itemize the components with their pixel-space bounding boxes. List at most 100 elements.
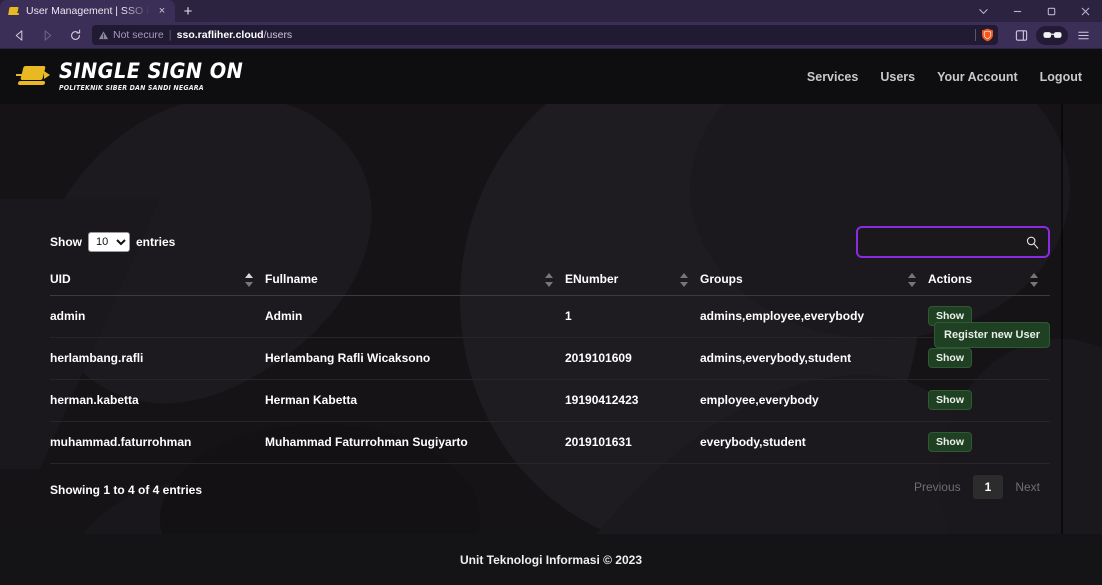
laptop-icon: [8, 5, 20, 17]
entries-info: Showing 1 to 4 of 4 entries: [50, 483, 202, 497]
tab-strip: User Management | SSO Poltek S × +: [0, 0, 1102, 22]
browser-toolbar: Not secure | sso.rafliher.cloud/users: [0, 22, 1102, 49]
cell-groups: admins,employee,everybody: [700, 296, 928, 338]
show-button[interactable]: Show: [928, 390, 972, 410]
divider: [975, 29, 976, 41]
table-header-row: UID Fullname ENumber: [50, 264, 1050, 296]
cell-uid: herlambang.rafli: [50, 338, 265, 380]
show-label: Show: [50, 235, 82, 249]
page-content: Register new User Show 10 25 50 100 entr…: [0, 228, 1062, 503]
web-page: SINGLE SIGN ON POLITEKNIK SIBER DAN SAND…: [0, 49, 1102, 585]
cell-fullname: Herlambang Rafli Wicaksono: [265, 338, 565, 380]
show-button[interactable]: Show: [928, 432, 972, 452]
pagination-next[interactable]: Next: [1005, 475, 1050, 499]
column-header-groups[interactable]: Groups: [700, 264, 928, 296]
search-input[interactable]: [866, 235, 1025, 249]
column-header-uid[interactable]: UID: [50, 264, 265, 296]
close-icon[interactable]: [1068, 0, 1102, 22]
cell-groups: admins,everybody,student: [700, 338, 928, 380]
entries-select[interactable]: 10 25 50 100: [88, 232, 130, 252]
new-tab-button[interactable]: +: [175, 0, 201, 22]
sort-arrows-icon: [545, 273, 553, 287]
cell-enumber: 2019101631: [565, 422, 700, 464]
brave-shield-icon[interactable]: [981, 28, 994, 42]
security-indicator[interactable]: Not secure: [98, 29, 164, 41]
nav-item-services[interactable]: Services: [807, 70, 858, 84]
site-footer: Unit Teknologi Informasi © 2023: [0, 534, 1102, 585]
close-icon[interactable]: ×: [155, 4, 169, 18]
column-header-enumber[interactable]: ENumber: [565, 264, 700, 296]
security-label: Not secure: [113, 29, 164, 41]
url-path: /users: [264, 29, 293, 41]
cell-uid: herman.kabetta: [50, 380, 265, 422]
nav-item-users[interactable]: Users: [880, 70, 915, 84]
maximize-icon[interactable]: [1034, 0, 1068, 22]
entries-label: entries: [136, 235, 175, 249]
cell-uid: muhammad.faturrohman: [50, 422, 265, 464]
warning-icon: [98, 30, 109, 41]
sort-arrows-icon: [1030, 273, 1038, 287]
logo-text: SINGLE SIGN ON POLITEKNIK SIBER DAN SAND…: [59, 61, 259, 92]
reload-icon[interactable]: [62, 24, 88, 46]
show-button[interactable]: Show: [928, 348, 972, 368]
site-nav: Services Users Your Account Logout: [807, 70, 1082, 84]
back-icon[interactable]: [6, 24, 32, 46]
brave-leo-icon[interactable]: [1036, 26, 1068, 45]
search-icon: [1025, 235, 1040, 250]
column-label: Actions: [928, 272, 972, 286]
nav-item-your-account[interactable]: Your Account: [937, 70, 1018, 84]
url-divider: |: [169, 29, 172, 41]
address-bar[interactable]: Not secure | sso.rafliher.cloud/users: [92, 25, 998, 45]
cell-fullname: Herman Kabetta: [265, 380, 565, 422]
footer-text: Unit Teknologi Informasi © 2023: [460, 553, 642, 567]
datatable-controls: Show 10 25 50 100 entries: [50, 228, 1050, 256]
cell-enumber: 19190412423: [565, 380, 700, 422]
cell-enumber: 2019101609: [565, 338, 700, 380]
column-label: Groups: [700, 272, 743, 286]
sort-arrows-icon: [245, 273, 253, 287]
url-text: sso.rafliher.cloud/users: [177, 29, 293, 41]
logo-title: SINGLE SIGN ON: [59, 61, 243, 82]
table-body: admin Admin 1 admins,employee,everybody …: [50, 296, 1050, 464]
browser-tab[interactable]: User Management | SSO Poltek S ×: [0, 0, 175, 22]
table-row: herman.kabetta Herman Kabetta 1919041242…: [50, 380, 1050, 422]
address-bar-actions: [975, 25, 994, 45]
hamburger-menu-icon[interactable]: [1070, 24, 1096, 46]
cell-groups: employee,everybody: [700, 380, 928, 422]
logo-subtitle: POLITEKNIK SIBER DAN SANDI NEGARA: [59, 85, 239, 92]
column-header-fullname[interactable]: Fullname: [265, 264, 565, 296]
column-label: ENumber: [565, 272, 618, 286]
cell-actions: Show: [928, 422, 1050, 464]
entries-length-control: Show 10 25 50 100 entries: [50, 232, 175, 252]
cell-uid: admin: [50, 296, 265, 338]
column-header-actions[interactable]: Actions: [928, 264, 1050, 296]
forward-icon[interactable]: [34, 24, 60, 46]
table-row: admin Admin 1 admins,employee,everybody …: [50, 296, 1050, 338]
browser-window: User Management | SSO Poltek S × +: [0, 0, 1102, 585]
pagination: Previous 1 Next: [904, 475, 1050, 499]
column-label: UID: [50, 272, 71, 286]
cell-enumber: 1: [565, 296, 700, 338]
cell-groups: everybody,student: [700, 422, 928, 464]
table-row: herlambang.rafli Herlambang Rafli Wicaks…: [50, 338, 1050, 380]
pagination-page-1[interactable]: 1: [973, 475, 1004, 499]
table-header: UID Fullname ENumber: [50, 264, 1050, 296]
sort-arrows-icon: [680, 273, 688, 287]
url-domain: sso.rafliher.cloud: [177, 29, 264, 41]
laptop-logo-icon: [16, 64, 50, 90]
site-logo[interactable]: SINGLE SIGN ON POLITEKNIK SIBER DAN SAND…: [16, 61, 259, 92]
sidebar-panel-icon[interactable]: [1008, 24, 1034, 46]
datatable-footer: Showing 1 to 4 of 4 entries Previous 1 N…: [50, 477, 1050, 503]
register-new-user-button[interactable]: Register new User: [934, 322, 1050, 348]
table-row: muhammad.faturrohman Muhammad Faturrohma…: [50, 422, 1050, 464]
site-header: SINGLE SIGN ON POLITEKNIK SIBER DAN SAND…: [0, 49, 1102, 104]
tab-search-icon[interactable]: [966, 0, 1000, 22]
users-panel: Register new User Show 10 25 50 100 entr…: [50, 228, 1050, 503]
pagination-previous[interactable]: Previous: [904, 475, 971, 499]
minimize-icon[interactable]: [1000, 0, 1034, 22]
search-box[interactable]: [856, 226, 1050, 258]
sort-arrows-icon: [908, 273, 916, 287]
column-label: Fullname: [265, 272, 318, 286]
nav-item-logout[interactable]: Logout: [1040, 70, 1082, 84]
cell-fullname: Muhammad Faturrohman Sugiyarto: [265, 422, 565, 464]
